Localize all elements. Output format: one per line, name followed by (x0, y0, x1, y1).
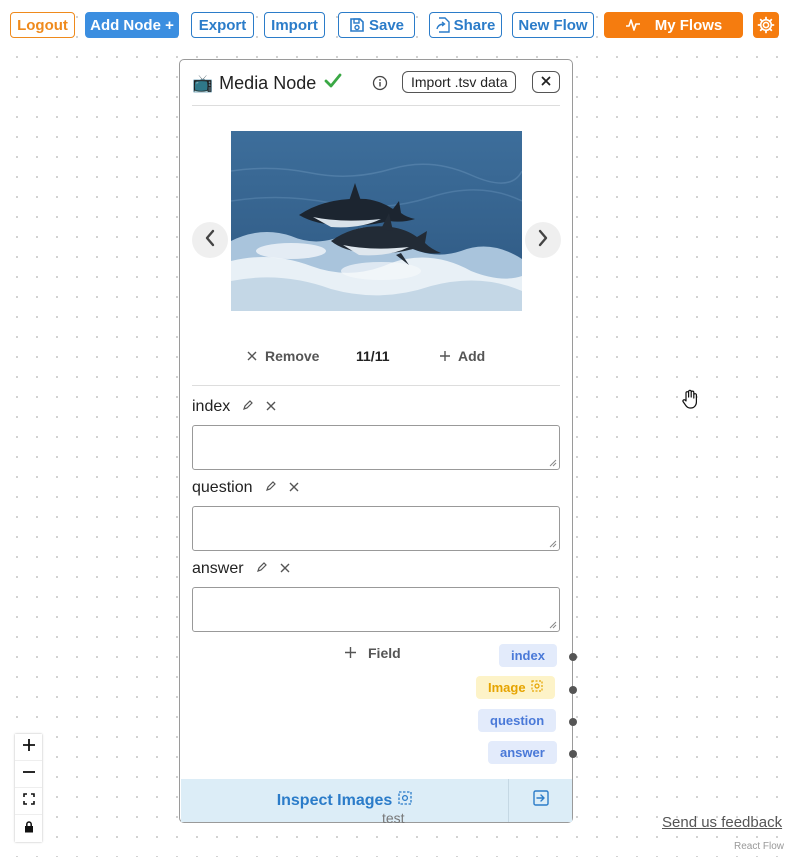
share-icon (435, 17, 450, 33)
close-node-button[interactable] (532, 71, 560, 93)
handle-tag-index: index (499, 644, 557, 667)
add-field-button[interactable]: Field (345, 645, 401, 661)
pencil-icon[interactable] (256, 560, 268, 578)
remove-image-button[interactable]: Remove (247, 348, 319, 364)
plus-icon (22, 738, 35, 756)
share-button[interactable]: Share (429, 12, 502, 38)
image-search-icon (530, 680, 543, 695)
zoom-controls (15, 734, 42, 842)
close-icon (247, 348, 257, 364)
open-inspector-button[interactable] (508, 779, 572, 822)
import-button[interactable]: Import (264, 12, 325, 38)
pulse-icon (625, 18, 641, 32)
field-input-answer[interactable] (192, 587, 560, 632)
close-icon (541, 73, 551, 91)
output-handle-image[interactable] (569, 686, 577, 694)
prev-image-button[interactable] (192, 222, 228, 258)
handle-tag-answer: answer (488, 741, 557, 764)
pencil-icon[interactable] (265, 479, 277, 497)
field-label-answer: answer (192, 560, 290, 578)
new-flow-button[interactable]: New Flow (512, 12, 594, 38)
output-handle-index[interactable] (569, 653, 577, 661)
chevron-right-icon (537, 229, 549, 252)
gear-icon (757, 16, 775, 34)
lock-icon (24, 820, 34, 838)
inspect-bar: Inspect Images (181, 779, 572, 822)
output-handle-question[interactable] (569, 718, 577, 726)
handle-tag-image: Image (476, 676, 555, 699)
minus-icon (22, 765, 35, 783)
image-counter: 11/11 (356, 348, 390, 364)
close-icon[interactable] (280, 560, 290, 578)
divider (192, 385, 560, 386)
tv-icon: 📺 (192, 73, 214, 93)
field-input-question[interactable] (192, 506, 560, 551)
media-image (231, 131, 522, 311)
media-node[interactable]: 📺 Media Node Import .tsv data Remove 11/… (179, 59, 577, 826)
inspect-images-button[interactable]: Inspect Images (181, 779, 508, 822)
info-icon[interactable] (372, 75, 388, 96)
save-button[interactable]: Save (338, 12, 415, 38)
image-search-icon (398, 791, 412, 810)
field-label-index: index (192, 398, 276, 416)
node-footer-text: test (382, 810, 405, 826)
import-tsv-button[interactable]: Import .tsv data (402, 71, 517, 93)
pencil-icon[interactable] (242, 398, 254, 416)
zoom-in-button[interactable] (15, 734, 42, 761)
close-icon[interactable] (266, 398, 276, 416)
feedback-link[interactable]: Send us feedback (662, 814, 782, 831)
settings-button[interactable] (753, 12, 779, 38)
zoom-out-button[interactable] (15, 761, 42, 788)
add-node-button[interactable]: Add Node + (85, 12, 179, 38)
logout-button[interactable]: Logout (10, 12, 75, 38)
output-handle-answer[interactable] (569, 750, 577, 758)
handle-tag-question: question (478, 709, 557, 732)
field-input-index[interactable] (192, 425, 560, 470)
plus-icon (345, 645, 356, 661)
lock-button[interactable] (15, 815, 42, 842)
add-image-button[interactable]: Add (440, 348, 485, 364)
save-icon (349, 17, 365, 33)
chevron-left-icon (204, 229, 216, 252)
arrow-right-box-icon (532, 790, 549, 811)
react-flow-attribution[interactable]: React Flow (731, 840, 786, 853)
plus-icon (440, 348, 450, 364)
check-icon (324, 73, 342, 94)
fit-view-icon (22, 792, 35, 810)
field-label-question: question (192, 479, 299, 497)
next-image-button[interactable] (525, 222, 561, 258)
close-icon[interactable] (289, 479, 299, 497)
export-button[interactable]: Export (191, 12, 254, 38)
hand-cursor-icon (681, 389, 699, 414)
toolbar: Logout Add Node + Export Import Save Sha… (0, 0, 789, 50)
node-title: 📺 Media Node (192, 73, 342, 94)
fit-view-button[interactable] (15, 788, 42, 815)
my-flows-button[interactable]: My Flows (604, 12, 743, 38)
carousel-controls: Remove 11/11 Add (192, 344, 560, 368)
node-header: 📺 Media Node Import .tsv data (192, 70, 560, 106)
